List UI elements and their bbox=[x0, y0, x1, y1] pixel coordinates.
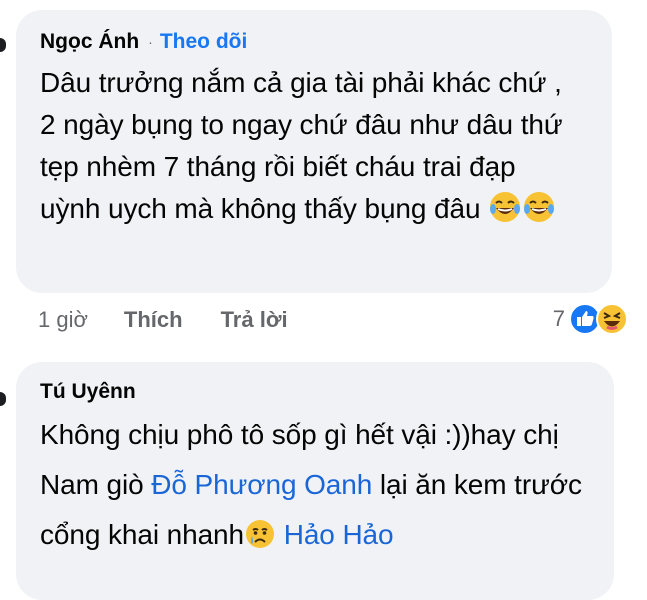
comment-author[interactable]: Tú Uyênn bbox=[40, 380, 136, 404]
reaction-count: 7 bbox=[552, 306, 565, 331]
timestamp[interactable]: 1 giờ bbox=[38, 307, 88, 333]
laughing-tears-icon bbox=[488, 190, 522, 236]
reply-button[interactable]: Trả lời bbox=[221, 307, 288, 333]
like-button[interactable]: Thích bbox=[124, 307, 183, 333]
comment-actions: 1 giờ Thích Trả lời 7 bbox=[38, 303, 628, 335]
avatar[interactable] bbox=[0, 392, 6, 406]
comment-text: Dâu trưởng nắm cả gia tài phải khác chứ … bbox=[40, 62, 580, 236]
crying-face-icon bbox=[244, 516, 276, 566]
mention-link[interactable]: Đỗ Phương Oanh bbox=[151, 469, 372, 500]
comment-text: Không chịu phô tô sốp gì hết vậi :))hay … bbox=[40, 410, 595, 566]
separator-dot: · bbox=[148, 34, 153, 50]
laughing-tears-icon bbox=[522, 190, 556, 236]
comment-body: Dâu trưởng nắm cả gia tài phải khác chứ … bbox=[40, 67, 563, 224]
avatar[interactable] bbox=[0, 38, 6, 52]
comment-bubble: Tú Uyênn Không chịu phô tô sốp gì hết vậ… bbox=[16, 362, 614, 600]
reaction-summary[interactable]: 7 bbox=[553, 303, 628, 335]
comment-bubble: Ngọc Ánh · Theo dõi Dâu trưởng nắm cả gi… bbox=[16, 10, 612, 293]
haha-reaction-icon bbox=[596, 303, 628, 335]
follow-button[interactable]: Theo dõi bbox=[160, 30, 248, 54]
comment-author[interactable]: Ngọc Ánh bbox=[40, 30, 139, 54]
mention-link[interactable]: Hảo Hảo bbox=[276, 519, 394, 550]
